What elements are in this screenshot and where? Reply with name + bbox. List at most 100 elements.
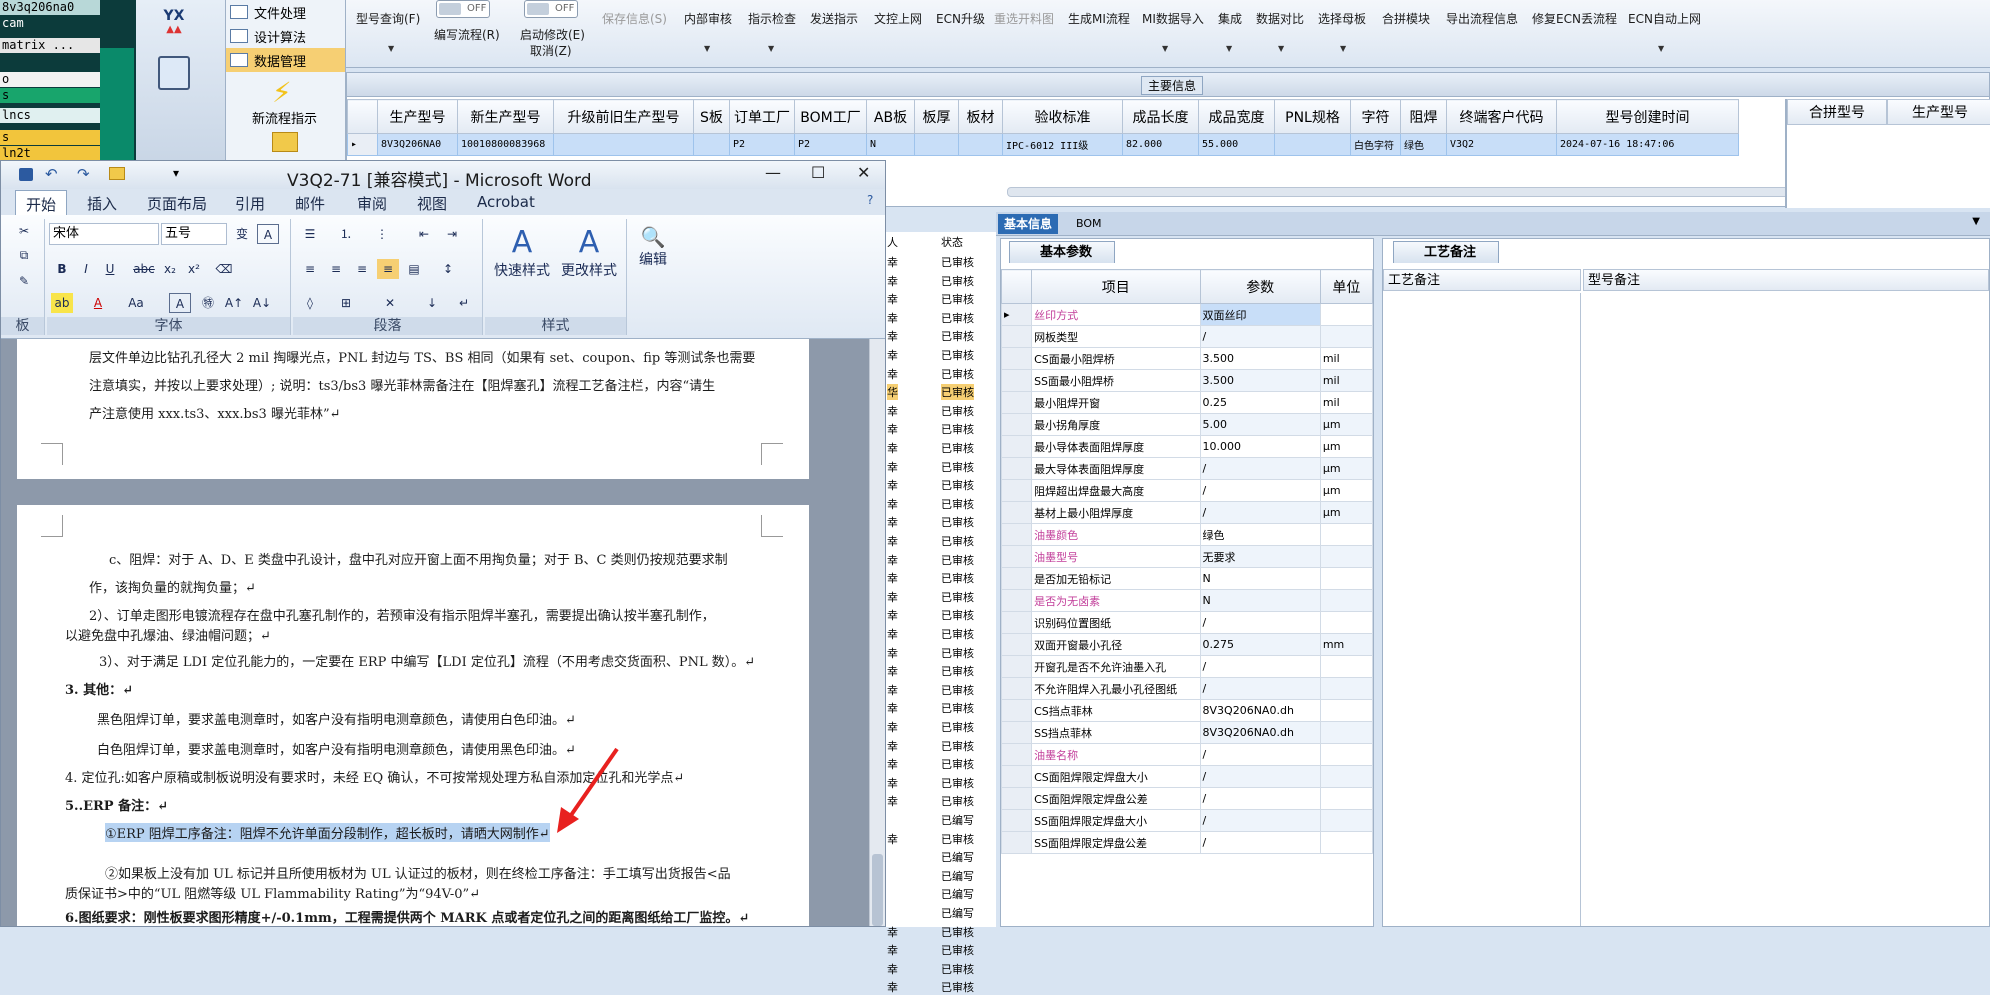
status-cell[interactable]: 已审核 — [941, 552, 974, 568]
chevron-down-icon[interactable]: ▼ — [1340, 44, 1346, 53]
status-cell[interactable]: 已审核 — [941, 384, 974, 401]
param-item-cell[interactable]: 最小阻焊开窗 — [1031, 391, 1201, 414]
chevron-down-icon[interactable]: ▼ — [1278, 44, 1284, 53]
horizontal-scrollbar[interactable] — [1007, 187, 1827, 197]
change-styles-button[interactable]: A 更改样式 — [555, 225, 623, 280]
status-user-cell[interactable]: 华 — [887, 384, 898, 401]
highlight-icon[interactable]: ab — [51, 293, 73, 313]
status-cell[interactable]: 已审核 — [941, 645, 974, 661]
param-item-cell[interactable]: SS面最小阻焊桥 — [1031, 369, 1201, 392]
status-user-cell[interactable]: 幸 — [887, 831, 898, 847]
sort-icon[interactable]: ↓ — [421, 293, 443, 313]
ecn-auto-online-button[interactable]: ECN自动上网 — [1628, 10, 1701, 27]
param-value-cell[interactable]: 3.500 — [1199, 369, 1321, 392]
cut-icon[interactable]: ✂ — [13, 221, 35, 241]
new-process-link[interactable]: 新流程指示 — [252, 108, 317, 127]
param-value-cell[interactable]: / — [1199, 655, 1321, 678]
doc-control-online-button[interactable]: 文控上网 — [874, 10, 922, 27]
scroll-thumb[interactable] — [872, 854, 883, 926]
font-color-icon[interactable]: A — [87, 293, 109, 313]
enclose-char-icon[interactable]: ㊕ — [197, 293, 219, 313]
column-header[interactable]: 项目 — [1031, 269, 1201, 304]
numbering-icon[interactable]: ⒈ — [335, 224, 357, 244]
status-cell[interactable]: 已审核 — [941, 775, 974, 791]
column-header[interactable]: S板 — [693, 99, 730, 134]
minimize-icon[interactable]: — — [765, 163, 781, 182]
status-cell[interactable]: 已审核 — [941, 347, 974, 363]
subscript-icon[interactable]: x₂ — [159, 259, 181, 279]
yx-icon[interactable]: YX ▲▲ — [156, 8, 192, 36]
tab-insert[interactable]: 插入 — [87, 193, 117, 214]
param-value-cell[interactable]: 0.275 — [1199, 633, 1321, 656]
param-item-cell[interactable]: 油墨型号 — [1031, 545, 1201, 568]
table-row[interactable]: 油墨颜色 绿色 — [1000, 523, 1374, 546]
column-header[interactable]: 型号创建时间 — [1556, 99, 1739, 134]
status-cell[interactable]: 已审核 — [941, 254, 974, 270]
clear-format-icon[interactable]: ⌫ — [213, 259, 235, 279]
status-user-cell[interactable]: 幸 — [887, 514, 898, 530]
italic-icon[interactable]: I — [75, 259, 97, 279]
status-cell[interactable]: 已审核 — [941, 793, 974, 809]
help-icon[interactable]: ? — [867, 193, 873, 207]
param-value-cell[interactable]: / — [1199, 325, 1321, 348]
column-header[interactable]: 生产型号 — [1887, 99, 1990, 125]
mi-import-button[interactable]: MI数据导入 — [1142, 10, 1204, 27]
status-user-cell[interactable]: 幸 — [887, 254, 898, 270]
table-row[interactable]: 油墨型号 无要求 — [1000, 545, 1374, 568]
column-header[interactable]: 新生产型号 — [457, 99, 554, 134]
param-value-cell[interactable]: 10.000 — [1199, 435, 1321, 458]
column-header[interactable]: 订单工厂 — [729, 99, 795, 134]
status-user-cell[interactable]: 幸 — [887, 440, 898, 456]
status-user-cell[interactable]: 幸 — [887, 607, 898, 623]
param-item-cell[interactable]: 油墨颜色 — [1031, 523, 1201, 546]
decrease-indent-icon[interactable]: ⇤ — [413, 224, 435, 244]
column-header[interactable]: 验收标准 — [1002, 99, 1123, 134]
tab-review[interactable]: 审阅 — [357, 193, 387, 214]
param-item-cell[interactable]: SS挡点菲林 — [1031, 721, 1201, 744]
process-notes-textarea[interactable] — [1383, 293, 1581, 926]
show-marks-icon[interactable]: ↵ — [453, 293, 475, 313]
table-row[interactable]: 双面开窗最小孔径 0.275 mm — [1000, 633, 1374, 656]
table-row[interactable]: 是否为无卤素 N — [1000, 589, 1374, 612]
align-right-icon[interactable]: ≡ — [351, 259, 373, 279]
column-header[interactable]: BOM工厂 — [794, 99, 867, 134]
maximize-icon[interactable]: ☐ — [811, 163, 825, 182]
bold-icon[interactable]: B — [51, 259, 73, 279]
table-cell[interactable]: V3Q2 — [1446, 133, 1557, 156]
status-user-cell[interactable]: 幸 — [887, 738, 898, 754]
bullets-icon[interactable]: ☰ — [299, 224, 321, 244]
asian-layout-icon[interactable]: ✕ — [379, 293, 401, 313]
table-row[interactable]: 阻焊超出焊盘最大高度 / μm — [1000, 479, 1374, 502]
reselect-cutting-button[interactable]: 重选开料图 — [994, 10, 1054, 27]
select-mother-board-button[interactable]: 选择母板 — [1318, 10, 1366, 27]
chevron-down-icon[interactable]: ▼ — [768, 44, 774, 53]
quick-styles-button[interactable]: A 快速样式 — [489, 225, 555, 280]
status-user-cell[interactable]: 幸 — [887, 979, 898, 995]
chevron-down-icon[interactable]: ▼ — [1972, 216, 1980, 227]
status-user-cell[interactable]: 幸 — [887, 663, 898, 679]
status-cell[interactable]: 已审核 — [941, 440, 974, 456]
status-cell[interactable]: 已审核 — [941, 924, 974, 940]
instruction-check-button[interactable]: 指示检查 — [748, 10, 796, 27]
status-user-cell[interactable]: 幸 — [887, 366, 898, 382]
table-row[interactable]: 油墨名称 / — [1000, 743, 1374, 766]
table-row[interactable]: 网板类型 / — [1000, 325, 1374, 348]
table-cell[interactable]: 82.000 — [1122, 133, 1199, 156]
param-value-cell[interactable]: 双面丝印 — [1199, 303, 1321, 326]
data-compare-button[interactable]: 数据对比 — [1256, 10, 1304, 27]
status-cell[interactable]: 已审核 — [941, 496, 974, 512]
table-row[interactable]: 识别码位置图纸 / — [1000, 611, 1374, 634]
status-user-cell[interactable]: 幸 — [887, 775, 898, 791]
export-process-button[interactable]: 导出流程信息 — [1446, 10, 1518, 27]
status-cell[interactable]: 已审核 — [941, 589, 974, 605]
font-size-select[interactable]: 五号 — [161, 223, 227, 245]
status-user-cell[interactable]: 幸 — [887, 552, 898, 568]
table-row[interactable]: 是否加无铅标记 N — [1000, 567, 1374, 590]
table-row[interactable]: 最小导体表面阻焊厚度 10.000 μm — [1000, 435, 1374, 458]
status-user-cell[interactable]: 幸 — [887, 645, 898, 661]
model-query-button[interactable]: 型号查询(F) — [356, 10, 420, 27]
chevron-down-icon[interactable]: ▼ — [1658, 44, 1664, 53]
status-cell[interactable]: 已审核 — [941, 477, 974, 493]
tab-basic-info[interactable]: 基本信息 — [998, 214, 1059, 234]
status-cell[interactable]: 已审核 — [941, 942, 974, 958]
